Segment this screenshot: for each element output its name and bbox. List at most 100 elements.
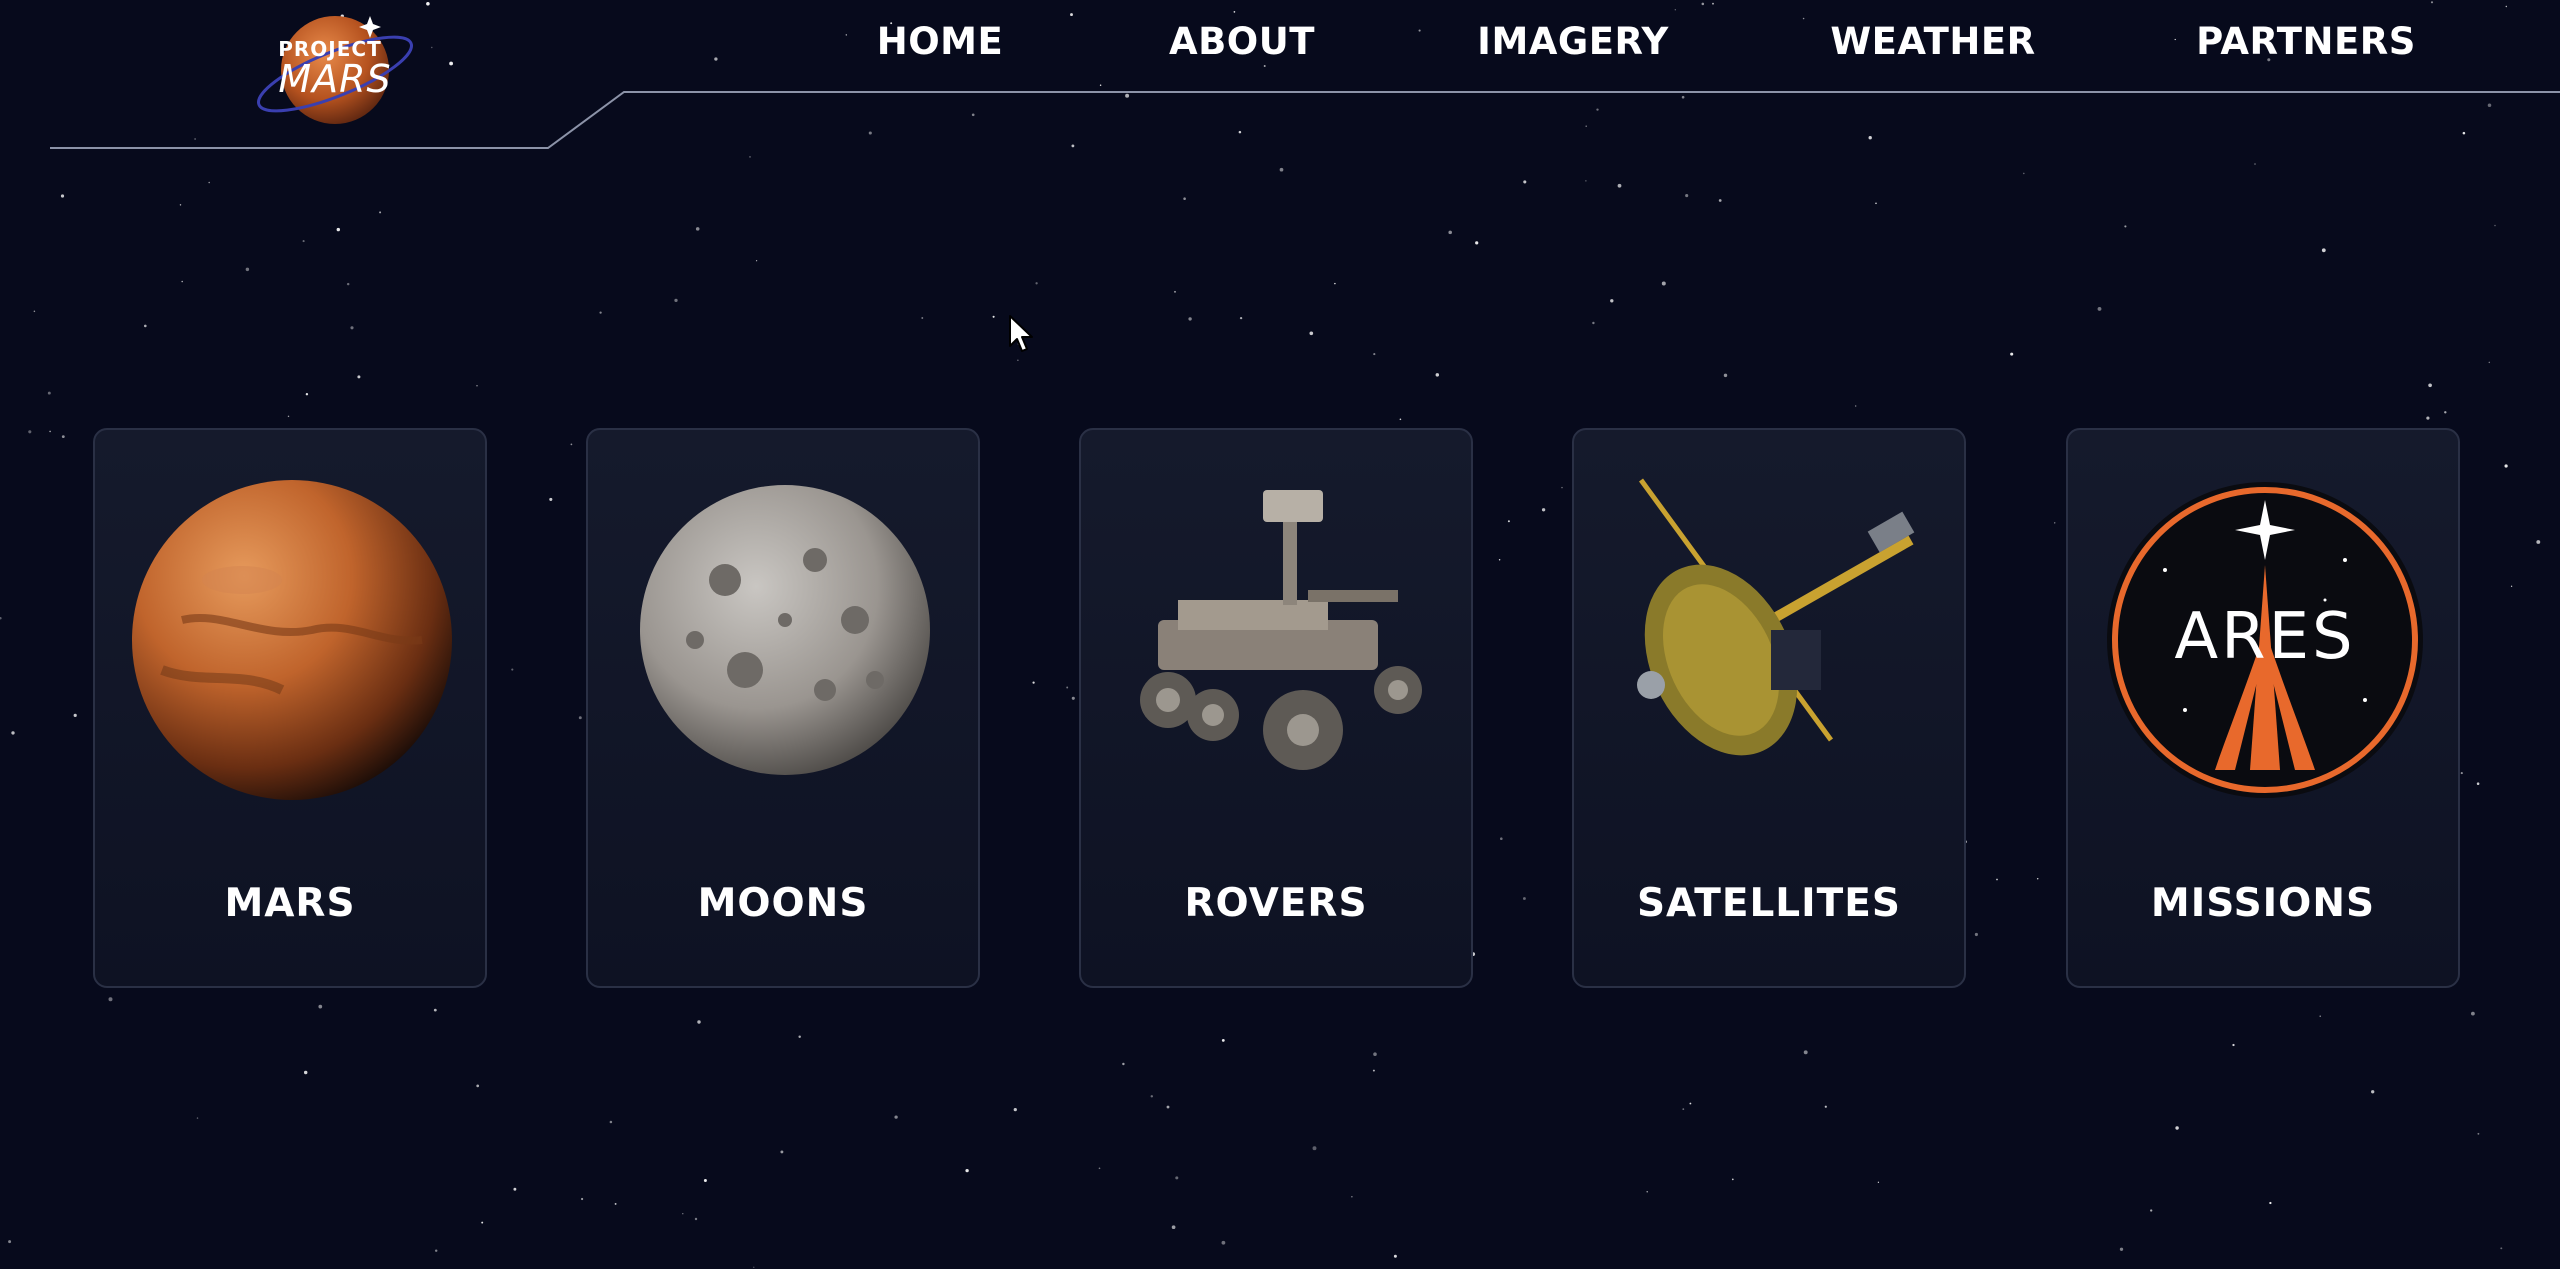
star-dot bbox=[511, 668, 514, 671]
star-dot bbox=[179, 204, 182, 206]
star-dot bbox=[1592, 321, 1595, 325]
star-dot bbox=[780, 1150, 784, 1154]
star-dot bbox=[1174, 290, 1176, 293]
card-satellites[interactable]: SATELLITES bbox=[1572, 428, 1966, 988]
star-dot bbox=[697, 1020, 701, 1024]
star-dot bbox=[755, 260, 758, 262]
star-dot bbox=[1507, 520, 1510, 523]
star-dot bbox=[2536, 540, 2541, 544]
star-dot bbox=[2053, 522, 2056, 524]
star-dot bbox=[1221, 1240, 1226, 1245]
star-dot bbox=[894, 1115, 898, 1119]
star-dot bbox=[2124, 225, 2127, 228]
star-dot bbox=[1448, 230, 1452, 235]
card-mars-label: MARS bbox=[224, 881, 356, 926]
star-dot bbox=[2488, 361, 2491, 364]
card-mars[interactable]: MARS bbox=[93, 428, 487, 988]
card-moons[interactable]: MOONS bbox=[586, 428, 980, 988]
nav-partners-link[interactable]: PARTNERS bbox=[2196, 14, 2416, 70]
star-dot bbox=[2319, 1015, 2321, 1017]
star-dot bbox=[2036, 878, 2039, 880]
star-dot bbox=[1974, 932, 1978, 937]
star-dot bbox=[196, 1117, 199, 1119]
star-dot bbox=[1685, 194, 1689, 198]
star-dot bbox=[549, 497, 553, 501]
star-dot bbox=[1661, 281, 1666, 286]
star-dot bbox=[47, 391, 51, 395]
star-dot bbox=[2444, 411, 2447, 414]
star-dot bbox=[2022, 172, 2025, 175]
star-dot bbox=[1610, 299, 1614, 303]
nav-weather-link[interactable]: WEATHER bbox=[1830, 14, 2035, 70]
star-dot bbox=[8, 1240, 12, 1244]
star-dot bbox=[599, 311, 602, 314]
star-dot bbox=[60, 194, 65, 198]
star-dot bbox=[1522, 897, 1526, 900]
star-dot bbox=[1166, 1105, 1170, 1109]
star-dot bbox=[1646, 1191, 1648, 1193]
star-dot bbox=[1017, 359, 1019, 361]
star-dot bbox=[336, 227, 340, 232]
card-rovers[interactable]: ROVERS bbox=[1079, 428, 1473, 988]
star-dot bbox=[1855, 405, 1857, 407]
star-dot bbox=[0, 616, 2, 620]
star-dot bbox=[1122, 1062, 1125, 1066]
star-dot bbox=[305, 393, 309, 396]
ares-mission-badge-icon: ARES bbox=[2095, 470, 2435, 810]
star-dot bbox=[694, 1217, 698, 1221]
nav-about-link[interactable]: ABOUT bbox=[1169, 14, 1315, 70]
star-dot bbox=[695, 227, 700, 231]
star-dot bbox=[1183, 197, 1186, 200]
star-dot bbox=[1066, 686, 1069, 689]
star-dot bbox=[1221, 1039, 1225, 1042]
star-dot bbox=[921, 317, 924, 319]
star-dot bbox=[1032, 681, 1035, 684]
star-dot bbox=[1098, 1167, 1101, 1170]
star-dot bbox=[303, 1070, 308, 1075]
star-dot bbox=[1803, 1050, 1808, 1055]
star-dot bbox=[1071, 696, 1075, 700]
star-dot bbox=[2010, 352, 2014, 356]
star-dot bbox=[581, 1197, 584, 1201]
card-rovers-label: ROVERS bbox=[1184, 881, 1368, 926]
star-dot bbox=[1731, 1178, 1734, 1181]
star-dot bbox=[1372, 1069, 1375, 1072]
star-dot bbox=[302, 240, 305, 243]
star-dot bbox=[181, 280, 184, 283]
star-dot bbox=[318, 1004, 323, 1009]
star-dot bbox=[434, 1249, 438, 1252]
star-dot bbox=[1175, 1176, 1179, 1180]
star-dot bbox=[1689, 1102, 1692, 1105]
star-dot bbox=[1541, 508, 1546, 512]
nav-imagery-link[interactable]: IMAGERY bbox=[1477, 14, 1669, 70]
star-dot bbox=[570, 443, 573, 446]
star-dot bbox=[357, 375, 361, 379]
mars-planet-icon bbox=[122, 470, 462, 810]
star-dot bbox=[1373, 353, 1376, 356]
star-dot bbox=[2232, 1043, 2235, 1047]
star-dot bbox=[1239, 316, 1243, 320]
star-dot bbox=[2471, 1011, 2475, 1016]
star-dot bbox=[208, 181, 211, 184]
ares-badge-text: ARES bbox=[2174, 600, 2355, 674]
star-dot bbox=[1824, 1105, 1827, 1108]
star-dot bbox=[2119, 1247, 2124, 1251]
star-dot bbox=[2500, 1247, 2503, 1250]
star-dot bbox=[2097, 306, 2102, 311]
star-dot bbox=[1500, 837, 1503, 840]
nav-home-link[interactable]: HOME bbox=[877, 14, 1004, 70]
star-dot bbox=[379, 211, 382, 214]
card-missions[interactable]: ARES MISSIONS bbox=[2066, 428, 2460, 988]
card-missions-label: MISSIONS bbox=[2150, 881, 2376, 926]
star-dot bbox=[350, 326, 354, 330]
star-dot bbox=[1013, 1107, 1017, 1112]
star-dot bbox=[1035, 282, 1038, 285]
star-dot bbox=[1309, 331, 1314, 336]
star-dot bbox=[1875, 202, 1877, 205]
moon-icon bbox=[615, 470, 955, 810]
star-dot bbox=[1617, 183, 1622, 188]
star-dot bbox=[1996, 878, 1998, 881]
star-dot bbox=[433, 1008, 437, 1012]
star-dot bbox=[2150, 1209, 2153, 1212]
star-dot bbox=[1334, 282, 1336, 285]
